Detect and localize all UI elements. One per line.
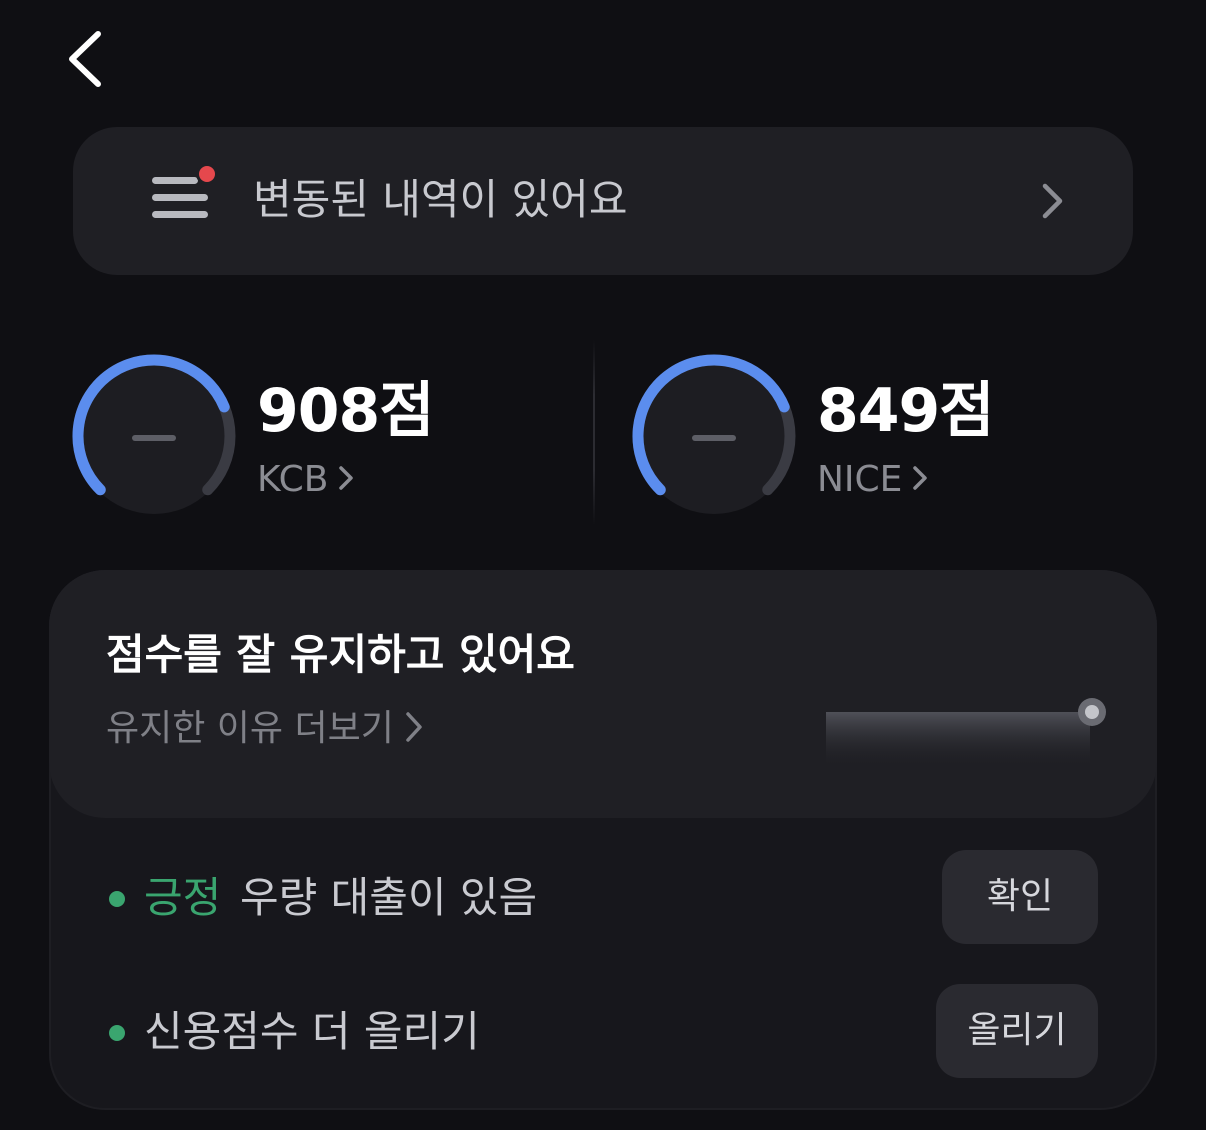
positive-tag: 긍정 <box>144 873 222 922</box>
agency-link-kcb[interactable]: KCB <box>257 458 354 502</box>
list-item-positive-loan: 긍정 우량 대출이 있음 확인 <box>0 850 1206 946</box>
chevron-right-icon <box>406 712 422 742</box>
status-reason-link[interactable]: 유지한 이유 더보기 <box>106 706 424 752</box>
score-gauge-kcb <box>72 354 236 514</box>
confirm-button[interactable]: 확인 <box>942 850 1098 944</box>
trend-area <box>826 712 1090 768</box>
agency-link-nice[interactable]: NICE <box>817 458 928 502</box>
change-history-text: 변동된 내역이 있어요 <box>253 175 628 224</box>
score-trend-graph <box>826 698 1106 768</box>
score-divider <box>593 340 595 525</box>
status-dot <box>109 1025 125 1041</box>
list-item-text: 우량 대출이 있음 <box>240 873 538 922</box>
notification-badge <box>199 166 215 182</box>
list-item-raise-score: 신용점수 더 올리기 올리기 <box>0 984 1206 1080</box>
agency-label-nice: NICE <box>817 459 903 500</box>
back-button[interactable] <box>58 26 118 92</box>
positive-dot <box>109 891 125 907</box>
list-item-text: 신용점수 더 올리기 <box>144 1007 480 1056</box>
chevron-right-icon <box>1036 180 1068 222</box>
chevron-right-icon <box>913 466 928 490</box>
chevron-right-icon <box>339 466 354 490</box>
agency-label-kcb: KCB <box>257 459 329 500</box>
score-value-kcb: 908점 <box>257 376 434 446</box>
status-title: 점수를 잘 유지하고 있어요 <box>106 630 575 679</box>
status-reason-label: 유지한 이유 더보기 <box>106 708 394 749</box>
list-with-badge-icon <box>150 163 220 233</box>
credit-score-screen: 변동된 내역이 있어요 908점 KCB 849점 NICE 점수를 잘 유지하… <box>0 0 1206 1130</box>
score-gauge-nice <box>632 354 796 514</box>
score-kcb[interactable]: 908점 KCB <box>70 352 450 522</box>
chevron-left-icon <box>69 31 101 87</box>
score-value-nice: 849점 <box>817 376 994 446</box>
raise-score-button[interactable]: 올리기 <box>936 984 1098 1078</box>
score-nice[interactable]: 849점 NICE <box>630 352 1030 522</box>
